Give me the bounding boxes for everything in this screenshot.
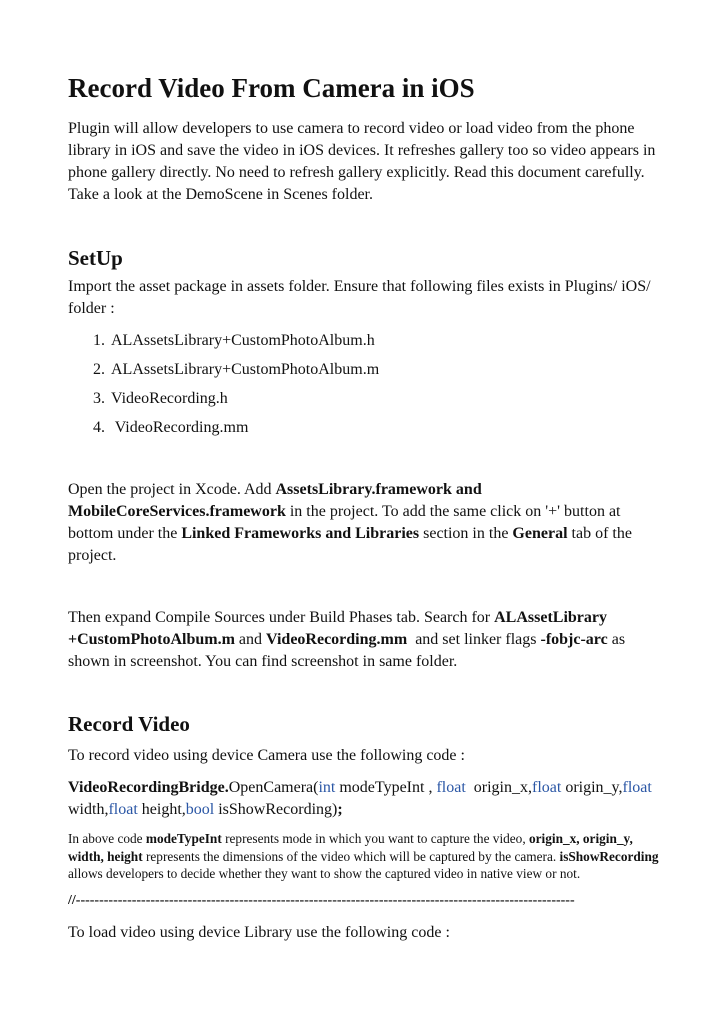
note-text: In above code (68, 831, 146, 846)
compile-file-b: VideoRecording.mm (266, 631, 408, 648)
code-keyword: float (622, 779, 652, 796)
list-item: ALAssetsLibrary+CustomPhotoAlbum.h (109, 326, 668, 355)
list-item: VideoRecording.mm (109, 413, 668, 442)
compile-text: Then expand Compile Sources under Build … (68, 609, 495, 626)
compile-flag: -fobjc-arc (540, 631, 608, 648)
note-text: represents mode in which you want to cap… (221, 831, 529, 846)
code-param: modeTypeInt , (335, 779, 437, 796)
note-param: isShowRecording (559, 848, 659, 864)
code-method: OpenCamera( (228, 779, 319, 796)
xcode-general: General (512, 525, 568, 542)
note-text: allows developers to decide whether they… (68, 866, 581, 881)
xcode-text: Open the project in Xcode. Add (68, 481, 276, 498)
code-param: isShowRecording) (214, 801, 338, 818)
record-video-heading: Record Video (68, 712, 190, 736)
xcode-paragraph: Open the project in Xcode. Add AssetsLib… (68, 479, 668, 567)
setup-paragraph: Import the asset package in assets folde… (68, 278, 651, 317)
code-note: In above code modeTypeInt represents mod… (68, 830, 668, 883)
page-title: Record Video From Camera in iOS (68, 73, 475, 103)
compile-paragraph: Then expand Compile Sources under Build … (68, 607, 668, 673)
load-video-paragraph: To load video using device Library use t… (68, 923, 450, 941)
note-param: modeTypeInt (145, 831, 222, 846)
code-keyword: float (531, 779, 562, 796)
xcode-text: section in the (419, 525, 513, 542)
code-keyword: float (436, 779, 466, 796)
comment-divider: //--------------------------------------… (68, 892, 575, 908)
code-keyword: bool (185, 801, 215, 818)
record-video-paragraph: To record video using device Camera use … (68, 747, 465, 764)
document-page: Record Video From Camera in iOS Plugin w… (68, 70, 668, 944)
note-text: represents the dimensions of the video w… (142, 848, 560, 864)
xcode-linked-frameworks: Linked Frameworks and Libraries (181, 525, 420, 542)
code-param: origin_x, (465, 779, 532, 796)
list-item: VideoRecording.h (109, 384, 668, 413)
code-keyword: int (318, 779, 336, 796)
code-keyword: float (108, 801, 138, 818)
code-param: height, (137, 801, 186, 818)
code-semicolon: ; (337, 801, 343, 818)
file-list: ALAssetsLibrary+CustomPhotoAlbum.h ALAss… (68, 326, 668, 442)
compile-text: and set linker flags (407, 631, 541, 648)
compile-text: and (234, 631, 267, 648)
code-param: origin_y, (561, 779, 623, 796)
list-item: ALAssetsLibrary+CustomPhotoAlbum.m (109, 355, 668, 384)
code-class-name: VideoRecordingBridge. (68, 779, 229, 796)
intro-paragraph: Plugin will allow developers to use came… (68, 120, 656, 203)
code-snippet: VideoRecordingBridge.OpenCamera(int mode… (68, 777, 668, 821)
setup-heading: SetUp (68, 246, 123, 270)
